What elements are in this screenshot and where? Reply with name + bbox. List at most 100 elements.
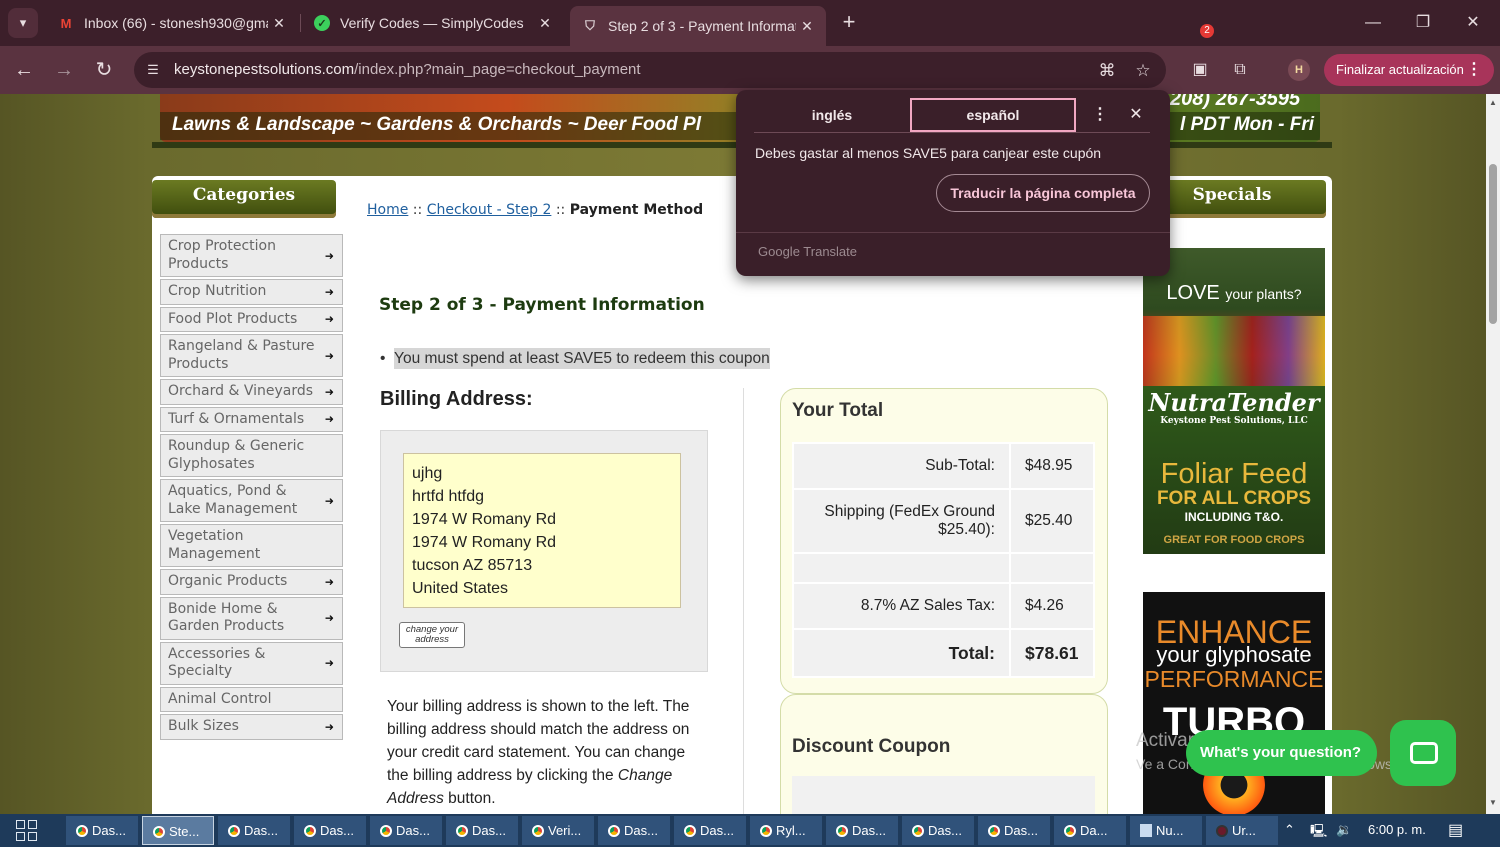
scroll-up-icon[interactable]: ▲ [1488, 98, 1498, 107]
taskbar-item[interactable]: Ryl... [750, 816, 822, 845]
sidebar-item[interactable]: Accessories & Specialty ➜ [160, 641, 343, 685]
page-scrollbar[interactable]: ▲ ▼ [1486, 94, 1500, 814]
taskbar-item[interactable]: Da... [1054, 816, 1126, 845]
taskbar-item[interactable]: Das... [66, 816, 138, 845]
more-options-icon[interactable]: ⋮ [1092, 104, 1108, 126]
google-translate-label: Google Translate [758, 244, 858, 259]
tab-search-button[interactable]: ▾ [8, 8, 38, 38]
arrow-right-icon: ➜ [324, 656, 334, 670]
taskbar-item[interactable]: Nu... [1130, 816, 1202, 845]
extension-icon[interactable]: ▣ [1188, 58, 1212, 82]
sidebar-item[interactable]: Organic Products ➜ [160, 569, 343, 595]
total-row: Total: $78.61 [792, 628, 1095, 678]
close-icon[interactable]: ✕ [268, 15, 290, 32]
close-icon[interactable]: ✕ [1128, 104, 1144, 126]
address-line: 1974 W Romany Rd [412, 534, 557, 551]
taskbar-item[interactable]: Das... [902, 816, 974, 845]
discount-coupon-field[interactable] [792, 776, 1095, 814]
translate-page-button[interactable]: Traducir la página completa [936, 174, 1150, 212]
taskbar-item[interactable]: Das... [978, 816, 1050, 845]
taskbar-item[interactable]: Das... [674, 816, 746, 845]
taskbar-item[interactable]: Das... [446, 816, 518, 845]
chrome-icon [304, 825, 316, 837]
volume-icon[interactable]: 🔉 [1336, 822, 1352, 838]
chat-prompt-bubble[interactable]: What's your question? [1186, 730, 1378, 776]
taskbar-item[interactable]: Ste... [142, 816, 214, 845]
puzzle-icon[interactable]: ⧉ [1228, 58, 1252, 82]
breadcrumb-sep: :: [555, 202, 566, 218]
breadcrumb-checkout-link[interactable]: Checkout - Step 2 [427, 202, 552, 218]
lang-target-tab[interactable]: español [910, 98, 1076, 132]
breadcrumb-home-link[interactable]: Home [367, 202, 408, 218]
taskbar-item[interactable]: Das... [218, 816, 290, 845]
taskbar-item-label: Das... [1004, 823, 1038, 838]
taskbar-item[interactable]: Ur... [1206, 816, 1278, 845]
minimize-icon[interactable]: — [1358, 8, 1388, 38]
change-address-button[interactable]: change your address [399, 622, 465, 648]
sidebar-item[interactable]: Aquatics, Pond & Lake Management ➜ [160, 479, 343, 522]
sidebar-item[interactable]: Crop Protection Products ➜ [160, 234, 343, 277]
clock[interactable]: 6:00 p. m. [1368, 822, 1426, 837]
arrow-right-icon: ➜ [324, 575, 334, 588]
arrow-right-icon: ➜ [324, 385, 334, 398]
chat-button[interactable] [1390, 720, 1456, 786]
sidebar-item-label: Organic Products [168, 573, 288, 589]
sidebar-item[interactable]: Roundup & Generic Glyphosates [160, 434, 343, 477]
produce-image [1143, 316, 1325, 386]
sidebar-item[interactable]: Animal Control [160, 686, 343, 712]
close-icon[interactable]: ✕ [534, 15, 556, 32]
url-text[interactable]: keystonepestsolutions.com/index.php?main… [174, 61, 641, 78]
turbo-ad[interactable]: ENHANCE your glyphosate PERFORMANCE TURB… [1143, 592, 1325, 814]
scrollbar-thumb[interactable] [1489, 164, 1497, 324]
arrow-right-icon: ➜ [324, 720, 334, 733]
window-close-icon[interactable]: ✕ [1458, 8, 1488, 38]
tab-simplycodes[interactable]: ✓ Verify Codes — SimplyCodes ✕ [302, 6, 564, 40]
nutratender-ad[interactable]: LOVE your plants? NutraTender Keystone P… [1143, 248, 1325, 554]
address-bar[interactable]: ☰ keystonepestsolutions.com/index.php?ma… [134, 52, 1166, 88]
scroll-down-icon[interactable]: ▼ [1488, 798, 1498, 807]
taskbar-item[interactable]: Das... [598, 816, 670, 845]
reload-icon[interactable]: ↻ [90, 56, 118, 84]
notifications-icon[interactable]: ▤ [1448, 820, 1463, 840]
taskbar-item[interactable]: Das... [294, 816, 366, 845]
sidebar-item-label: Animal Control [168, 690, 272, 707]
forward-arrow-icon[interactable]: → [50, 56, 78, 84]
restore-icon[interactable]: ❐ [1408, 8, 1438, 38]
sidebar-item[interactable]: Vegetation Management [160, 524, 343, 567]
close-icon[interactable]: ✕ [796, 18, 818, 35]
taskbar-item[interactable]: Veri... [522, 816, 594, 845]
sidebar-item[interactable]: Orchard & Vineyards ➜ [160, 379, 343, 405]
billing-address-heading: Billing Address: [380, 388, 533, 410]
bookmark-star-icon[interactable]: ☆ [1132, 60, 1154, 82]
sidebar-item[interactable]: Bulk Sizes ➜ [160, 714, 343, 740]
tray-chevron-icon[interactable]: ⌃ [1284, 822, 1295, 838]
chrome-icon [836, 825, 848, 837]
lang-source-tab[interactable]: inglés [754, 98, 910, 132]
network-icon[interactable]: 🖳 [1310, 822, 1327, 844]
categories-heading: Categories [152, 180, 336, 218]
sidebar-item[interactable]: Turf & Ornamentals ➜ [160, 406, 343, 432]
update-button[interactable]: Finalizar actualización ⋮ [1324, 54, 1494, 86]
profile-avatar[interactable]: H [1288, 59, 1310, 81]
taskbar-item-label: Das... [396, 823, 430, 838]
address-line: ujhg [412, 465, 443, 482]
sidebar-item[interactable]: Food Plot Products ➜ [160, 306, 343, 332]
back-arrow-icon[interactable]: ← [10, 56, 38, 84]
total-row: Sub-Total: $48.95 [792, 442, 1095, 490]
taskbar-item[interactable]: Das... [826, 816, 898, 845]
order-totals-table: Sub-Total: $48.95 Shipping (FedEx Ground … [792, 442, 1095, 678]
sidebar-item[interactable]: Rangeland & Pasture Products ➜ [160, 334, 343, 377]
sidebar-item[interactable]: Bonide Home & Garden Products ➜ [160, 596, 343, 640]
site-info-icon[interactable]: ☰ [144, 61, 162, 79]
sidebar-item[interactable]: Crop Nutrition ➜ [160, 279, 343, 305]
tab-payment[interactable]: ⛉ Step 2 of 3 - Payment Informati ✕ [570, 6, 826, 46]
more-vert-icon[interactable]: ⋮ [1466, 54, 1482, 86]
chrome-icon [228, 825, 240, 837]
tab-gmail[interactable]: M Inbox (66) - stonesh930@gmail ✕ [46, 6, 298, 40]
taskbar-item[interactable]: Das... [370, 816, 442, 845]
new-tab-button[interactable]: + [836, 10, 862, 36]
start-grid-icon[interactable] [16, 820, 38, 842]
breadcrumb-current: Payment Method [569, 202, 704, 218]
notepad-icon [1140, 824, 1152, 837]
translate-icon[interactable]: ⌘ [1096, 60, 1118, 82]
